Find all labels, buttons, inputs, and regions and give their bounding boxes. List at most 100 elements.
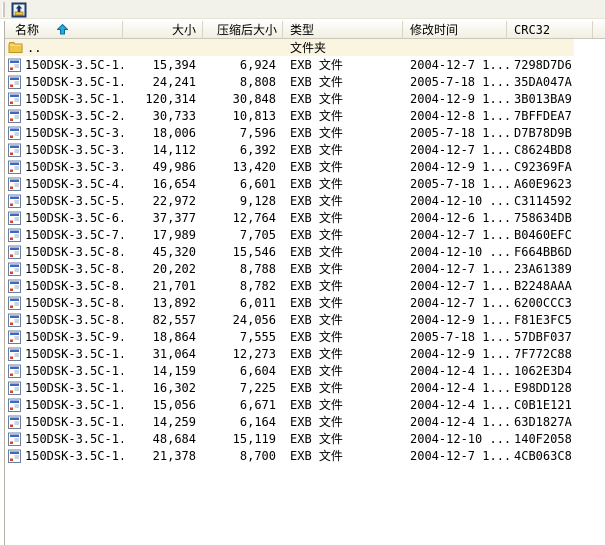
file-row[interactable]: 150DSK-3.5C-8... 82,557 24,056 EXB 文件 20… xyxy=(5,311,605,328)
file-row[interactable]: 150DSK-3.5C-1... 14,159 6,604 EXB 文件 200… xyxy=(5,362,605,379)
parent-folder-row[interactable]: .. 文件夹 xyxy=(5,39,605,56)
column-header-modified-time[interactable]: 修改时间 xyxy=(403,21,507,38)
file-row[interactable]: 150DSK-3.5C-1... 16,302 7,225 EXB 文件 200… xyxy=(5,379,605,396)
column-header-name[interactable]: 名称 xyxy=(5,21,123,38)
folder-up-icon xyxy=(11,2,27,18)
file-row[interactable]: 150DSK-3.5C-3... 49,986 13,420 EXB 文件 20… xyxy=(5,158,605,175)
exb-file-icon xyxy=(8,160,21,174)
file-row[interactable]: 150DSK-3.5C-1... 15,394 6,924 EXB 文件 200… xyxy=(5,56,605,73)
file-name: 150DSK-3.5C-8... xyxy=(25,312,123,327)
file-packed-size: 8,788 xyxy=(239,261,276,276)
file-name: 150DSK-3.5C-9... xyxy=(25,329,123,344)
file-packed-size: 6,604 xyxy=(239,363,276,378)
column-header-type[interactable]: 类型 xyxy=(283,21,403,38)
file-crc32: B0460EFC xyxy=(514,227,572,242)
file-packed-size: 9,128 xyxy=(239,193,276,208)
file-type: EXB 文件 xyxy=(290,415,343,429)
sort-ascending-icon xyxy=(57,24,69,35)
file-type: EXB 文件 xyxy=(290,279,343,293)
file-size: 18,864 xyxy=(152,329,196,344)
file-crc32: F81E3FC5 xyxy=(514,312,572,327)
file-list-panel: 名称 大小 压缩后大小 类型 修改时间 CRC32 .. 文件夹 150DSK-… xyxy=(4,21,605,545)
file-row[interactable]: 150DSK-3.5C-4... 16,654 6,601 EXB 文件 200… xyxy=(5,175,605,192)
file-size: 21,701 xyxy=(152,278,196,293)
file-name: 150DSK-3.5C-4... xyxy=(25,176,123,191)
file-row[interactable]: 150DSK-3.5C-7... 17,989 7,705 EXB 文件 200… xyxy=(5,226,605,243)
file-modified: 2005-7-18 1... xyxy=(410,74,512,89)
file-row[interactable]: 150DSK-3.5C-3... 18,006 7,596 EXB 文件 200… xyxy=(5,124,605,141)
file-name: 150DSK-3.5C-8... xyxy=(25,261,123,276)
file-row[interactable]: 150DSK-3.5C-8... 21,701 8,782 EXB 文件 200… xyxy=(5,277,605,294)
file-name: 150DSK-3.5C-8... xyxy=(25,278,123,293)
file-row[interactable]: 150DSK-3.5C-1... 21,378 8,700 EXB 文件 200… xyxy=(5,447,605,464)
file-crc32: 23A61389 xyxy=(514,261,572,276)
file-type: EXB 文件 xyxy=(290,228,343,242)
file-row[interactable]: 150DSK-3.5C-1... 14,259 6,164 EXB 文件 200… xyxy=(5,413,605,430)
file-type: EXB 文件 xyxy=(290,449,343,463)
up-one-level-button[interactable] xyxy=(9,1,28,18)
file-size: 22,972 xyxy=(152,193,196,208)
file-name: 150DSK-3.5C-8... xyxy=(25,244,123,259)
file-size: 31,064 xyxy=(152,346,196,361)
file-crc32: C8624BD8 xyxy=(514,142,572,157)
file-row[interactable]: 150DSK-3.5C-1... 31,064 12,273 EXB 文件 20… xyxy=(5,345,605,362)
file-crc32: 140F2058 xyxy=(514,431,572,446)
file-row[interactable]: 150DSK-3.5C-1... 24,241 8,808 EXB 文件 200… xyxy=(5,73,605,90)
file-row[interactable]: 150DSK-3.5C-1... 15,056 6,671 EXB 文件 200… xyxy=(5,396,605,413)
file-type: EXB 文件 xyxy=(290,262,343,276)
file-row[interactable]: 150DSK-3.5C-9... 18,864 7,555 EXB 文件 200… xyxy=(5,328,605,345)
exb-file-icon xyxy=(8,262,21,276)
exb-file-icon xyxy=(8,194,21,208)
exb-file-icon xyxy=(8,245,21,259)
folder-name: .. xyxy=(27,40,42,55)
file-type: EXB 文件 xyxy=(290,432,343,446)
file-row[interactable]: 150DSK-3.5C-6... 37,377 12,764 EXB 文件 20… xyxy=(5,209,605,226)
file-crc32: A60E9623 xyxy=(514,176,572,191)
file-row[interactable]: 150DSK-3.5C-5... 22,972 9,128 EXB 文件 200… xyxy=(5,192,605,209)
exb-file-icon xyxy=(8,126,21,140)
file-modified: 2004-12-7 1... xyxy=(410,142,512,157)
file-type: EXB 文件 xyxy=(290,92,343,106)
file-row[interactable]: 150DSK-3.5C-8... 20,202 8,788 EXB 文件 200… xyxy=(5,260,605,277)
column-header-filler xyxy=(593,21,605,38)
file-size: 15,056 xyxy=(152,397,196,412)
file-modified: 2004-12-4 1... xyxy=(410,380,512,395)
file-row[interactable]: 150DSK-3.5C-8... 45,320 15,546 EXB 文件 20… xyxy=(5,243,605,260)
file-size: 30,733 xyxy=(152,108,196,123)
toolbar xyxy=(0,0,605,19)
folder-type: 文件夹 xyxy=(290,41,327,55)
exb-file-icon xyxy=(8,279,21,293)
exb-file-icon xyxy=(8,143,21,157)
file-modified: 2004-12-7 1... xyxy=(410,448,512,463)
toolbar-grip[interactable] xyxy=(2,2,5,17)
column-header-crc32[interactable]: CRC32 xyxy=(507,21,593,38)
column-header-size[interactable]: 大小 xyxy=(123,21,203,38)
file-crc32: B2248AAA xyxy=(514,278,572,293)
file-modified: 2004-12-4 1... xyxy=(410,363,512,378)
file-row[interactable]: 150DSK-3.5C-3... 14,112 6,392 EXB 文件 200… xyxy=(5,141,605,158)
exb-file-icon xyxy=(8,347,21,361)
file-modified: 2004-12-10 ... xyxy=(410,431,512,446)
exb-file-icon xyxy=(8,415,21,429)
file-row[interactable]: 150DSK-3.5C-8... 13,892 6,011 EXB 文件 200… xyxy=(5,294,605,311)
file-row[interactable]: 150DSK-3.5C-2... 30,733 10,813 EXB 文件 20… xyxy=(5,107,605,124)
file-crc32: 758634DB xyxy=(514,210,572,225)
file-packed-size: 8,700 xyxy=(239,448,276,463)
file-row[interactable]: 150DSK-3.5C-1... 48,684 15,119 EXB 文件 20… xyxy=(5,430,605,447)
file-size: 14,159 xyxy=(152,363,196,378)
file-packed-size: 6,601 xyxy=(239,176,276,191)
file-name: 150DSK-3.5C-8... xyxy=(25,295,123,310)
file-modified: 2004-12-7 1... xyxy=(410,261,512,276)
file-crc32: 3B013BA9 xyxy=(514,91,572,106)
exb-file-icon xyxy=(8,432,21,446)
column-header-packed-size[interactable]: 压缩后大小 xyxy=(203,21,283,38)
file-name: 150DSK-3.5C-1... xyxy=(25,363,123,378)
file-size: 20,202 xyxy=(152,261,196,276)
file-modified: 2004-12-9 1... xyxy=(410,159,512,174)
file-row[interactable]: 150DSK-3.5C-1... 120,314 30,848 EXB 文件 2… xyxy=(5,90,605,107)
file-modified: 2004-12-9 1... xyxy=(410,91,512,106)
file-name: 150DSK-3.5C-3... xyxy=(25,159,123,174)
exb-file-icon xyxy=(8,75,21,89)
file-type: EXB 文件 xyxy=(290,296,343,310)
file-crc32: C3114592 xyxy=(514,193,572,208)
